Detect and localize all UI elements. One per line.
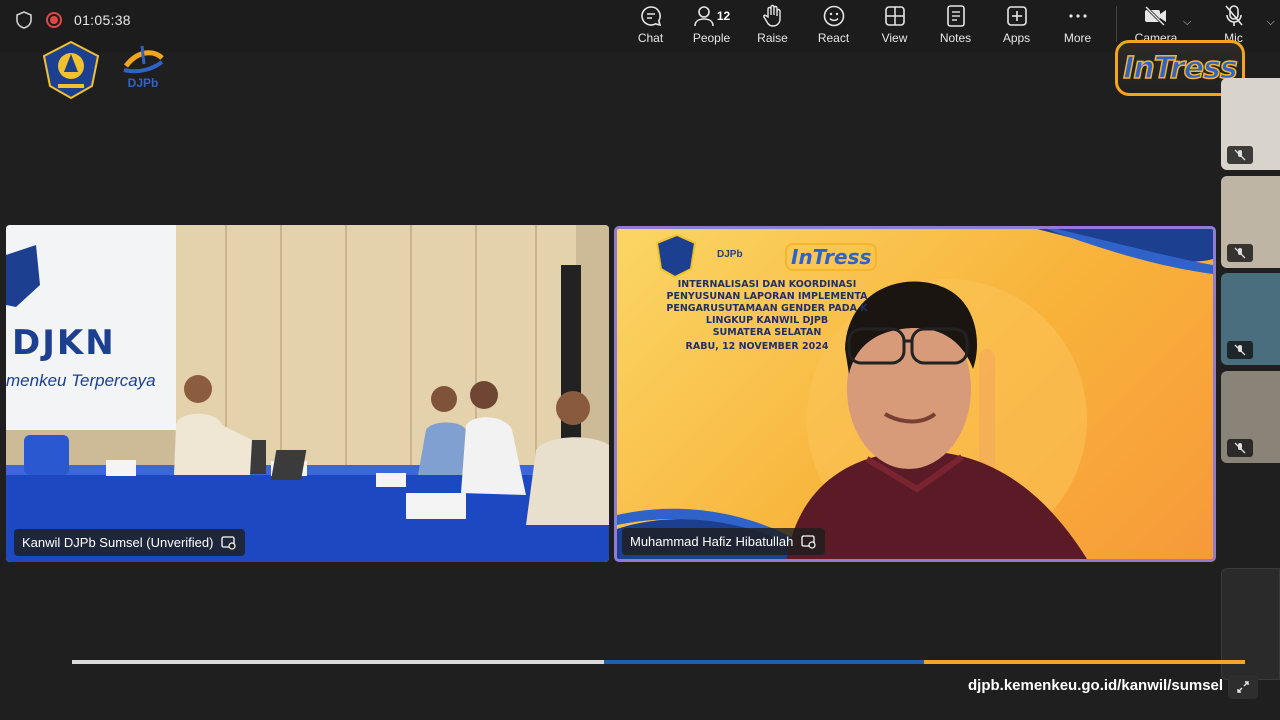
website-url: djpb.kemenkeu.go.id/kanwil/sumsel	[968, 677, 1224, 694]
video-tile-room[interactable]: DJKN menkeu Terpercaya Kanwil DJPb Sumse…	[6, 225, 609, 562]
banner-intress-logo: InTress	[785, 243, 878, 271]
mic-off-icon	[1224, 5, 1243, 26]
people-label: People	[692, 31, 731, 45]
toolbar-divider	[1116, 6, 1117, 42]
react-button[interactable]: React	[803, 0, 864, 50]
banner-line-2: PENYUSUNAN LAPORAN IMPLEMENTA	[666, 291, 868, 302]
muted-mic-icon	[1227, 439, 1253, 457]
notes-icon	[946, 5, 965, 27]
wall-logo-text: DJKN	[12, 323, 116, 363]
intress-logo-text: InTress	[1122, 50, 1238, 87]
djpb-swoosh-icon	[123, 45, 164, 74]
progress-segment-white	[72, 660, 604, 664]
recording-icon	[46, 12, 62, 28]
pin-participant-icon[interactable]	[221, 535, 237, 550]
muted-mic-icon	[1227, 244, 1253, 262]
participant-thumbnail[interactable]	[1221, 176, 1280, 268]
shield-icon[interactable]	[14, 10, 34, 30]
chat-label: Chat	[637, 31, 664, 45]
apps-label: Apps	[1002, 31, 1031, 45]
event-banner-title: INTERNALISASI DAN KOORDINASI PENYUSUNAN …	[637, 279, 897, 339]
progress-segment-blue	[604, 660, 924, 664]
branding-logos: DJPb	[40, 40, 166, 100]
people-button[interactable]: 12 People	[681, 0, 742, 50]
muted-mic-icon	[1227, 341, 1253, 359]
more-button[interactable]: More	[1047, 0, 1108, 50]
participant-thumbnail[interactable]	[1221, 273, 1280, 365]
view-button[interactable]: View	[864, 0, 925, 50]
participant-thumbnail[interactable]	[1221, 78, 1280, 170]
react-icon	[823, 5, 844, 27]
muted-mic-icon	[1227, 146, 1253, 164]
participant-name: Muhammad Hafiz Hibatullah	[630, 534, 794, 549]
pin-participant-icon[interactable]	[801, 534, 817, 549]
chat-icon	[640, 6, 661, 27]
djpb-logo: DJPb	[120, 44, 166, 90]
mic-chevron-down-icon[interactable]: ⌵	[1267, 16, 1275, 29]
wall-tagline-text: menkeu Terpercaya	[6, 371, 156, 390]
more-icon	[1068, 14, 1087, 18]
raise-hand-icon	[762, 4, 781, 27]
meeting-timer: 01:05:38	[74, 12, 131, 28]
people-count: 12	[716, 9, 731, 23]
kemenkeu-emblem-icon	[42, 40, 100, 100]
view-icon	[884, 6, 905, 26]
people-icon	[694, 6, 714, 27]
event-banner-date: RABU, 12 NOVEMBER 2024	[685, 341, 829, 352]
banner-djpb-logo: DJPb	[717, 249, 743, 260]
meeting-status: 01:05:38	[14, 10, 131, 30]
raise-label: Raise	[757, 31, 788, 45]
banner-line-4: LINGKUP KANWIL DJPB	[705, 315, 829, 326]
banner-line-3: PENGARUSUTAMAAN GENDER PADA K	[666, 303, 868, 314]
participant-name-tag: Kanwil DJPb Sumsel (Unverified)	[14, 529, 246, 556]
banner-line-5: SUMATERA SELATAN	[712, 327, 822, 338]
participant-name-tag: Muhammad Hafiz Hibatullah	[622, 528, 826, 555]
raise-hand-button[interactable]: Raise	[742, 0, 803, 50]
notes-label: Notes	[939, 31, 972, 45]
camera-chevron-down-icon[interactable]: ⌵	[1183, 16, 1191, 29]
chat-button[interactable]: Chat	[620, 0, 681, 50]
apps-icon	[1006, 6, 1027, 26]
participant-thumbnail[interactable]	[1221, 371, 1280, 463]
video-tile-speaker[interactable]: DJPb InTress INTERNALISASI DAN KOORDINAS…	[614, 226, 1216, 562]
view-label: View	[881, 31, 908, 45]
expand-icon	[1237, 681, 1249, 693]
expand-button[interactable]	[1228, 675, 1258, 699]
participant-name: Kanwil DJPb Sumsel (Unverified)	[22, 535, 214, 550]
more-label: More	[1063, 31, 1092, 45]
room-video-feed	[6, 225, 609, 562]
banner-line-1: INTERNALISASI DAN KOORDINASI	[677, 279, 857, 290]
meeting-toolbar: 01:05:38 Chat 12 People Raise React View…	[0, 0, 1280, 52]
camera-off-icon	[1144, 5, 1166, 27]
notes-button[interactable]: Notes	[925, 0, 986, 50]
progress-segment-gold	[924, 660, 1245, 664]
apps-button[interactable]: Apps	[986, 0, 1047, 50]
djpb-logo-text: DJPb	[127, 76, 159, 90]
react-label: React	[817, 31, 850, 45]
